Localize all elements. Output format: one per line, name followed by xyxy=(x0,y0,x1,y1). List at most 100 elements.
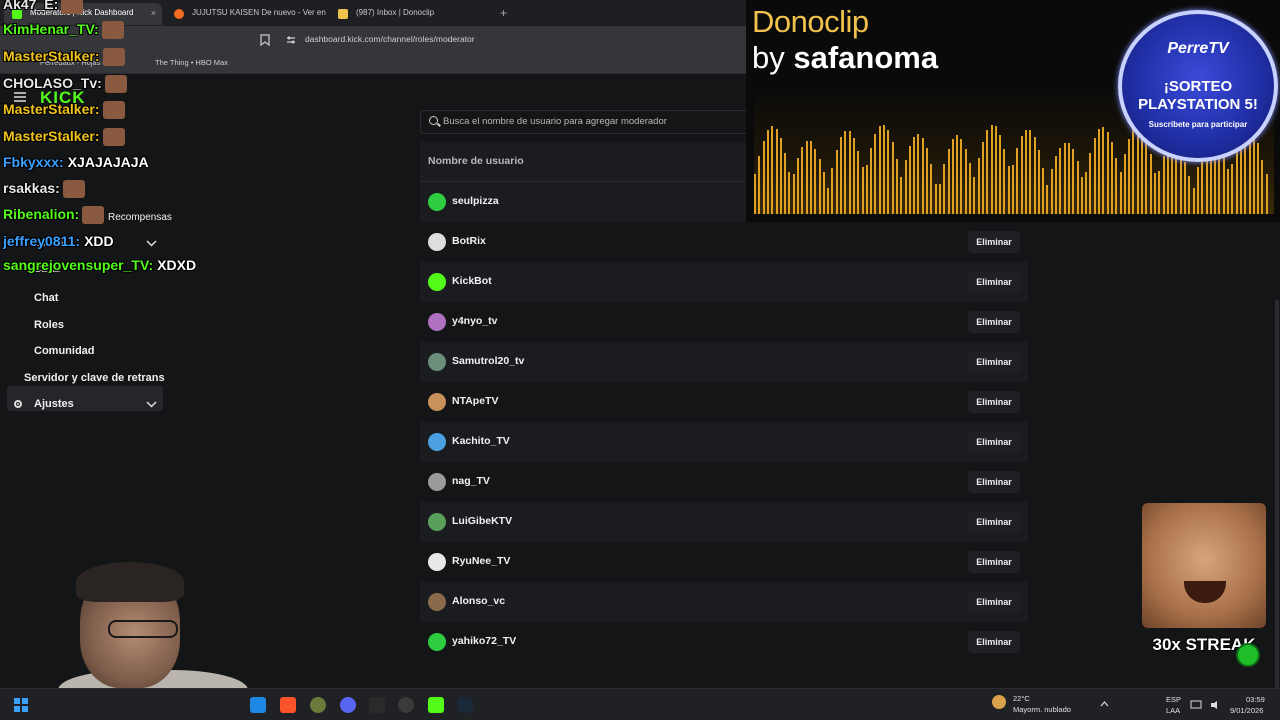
tab-donoclip-inbox[interactable]: (987) Inbox | Donoclip xyxy=(330,3,495,25)
username[interactable]: NTApeTV xyxy=(452,395,498,407)
chevron-up-icon[interactable] xyxy=(1100,701,1109,707)
chat-username: MasterStalker: xyxy=(3,101,100,117)
weather-icon[interactable] xyxy=(992,695,1006,709)
remove-moderator-button[interactable]: Eliminar xyxy=(968,471,1020,493)
remove-moderator-button[interactable]: Eliminar xyxy=(968,391,1020,413)
chat-message: Fbkyxxx: XJAJAJAJA xyxy=(3,154,149,170)
clock-time[interactable]: 03:59 xyxy=(1246,695,1265,704)
volume-icon[interactable] xyxy=(1210,700,1222,710)
waveform-bar xyxy=(1196,167,1199,214)
chevron-down-icon[interactable] xyxy=(146,240,157,247)
column-header-username[interactable]: Nombre de usuario xyxy=(428,155,524,167)
chat-message: KimHenar_TV: xyxy=(3,21,124,40)
clock-date[interactable]: 9/01/2026 xyxy=(1230,706,1263,715)
obs-icon[interactable] xyxy=(398,697,414,713)
chat-username: jeffrey0811: xyxy=(3,233,81,249)
username[interactable]: y4nyo_tv xyxy=(452,315,498,327)
remove-moderator-button[interactable]: Eliminar xyxy=(968,351,1020,373)
waveform-bar xyxy=(1188,175,1191,214)
username[interactable]: LuiGibeKTV xyxy=(452,515,512,527)
bookmark-icon[interactable] xyxy=(260,34,270,46)
bookmark-item[interactable]: The Thing • HBO Max xyxy=(155,58,228,67)
url-text: dashboard.kick.com/channel/roles/moderat… xyxy=(305,34,475,44)
chat-message: Ak47_E: xyxy=(3,0,84,15)
discord-icon[interactable] xyxy=(340,697,356,713)
waveform-bar xyxy=(913,136,916,214)
emote-icon xyxy=(62,180,85,199)
remove-moderator-button[interactable]: Eliminar xyxy=(968,311,1020,333)
username[interactable]: KickBot xyxy=(452,275,492,287)
chat-message: MasterStalker: xyxy=(3,48,125,67)
table-row: BotRix Eliminar xyxy=(420,222,1028,262)
site-settings-icon[interactable] xyxy=(286,35,296,45)
terminal-icon[interactable] xyxy=(369,697,385,713)
sidebar-item-recompensas[interactable]: Recompensas xyxy=(108,212,172,223)
table-row: Kachito_TV Eliminar xyxy=(420,422,1028,462)
sidebar-item-comunidad[interactable]: Comunidad xyxy=(34,345,95,357)
giveaway-badge: PerreTV ¡SORTEO PLAYSTATION 5! Suscríbet… xyxy=(1118,10,1278,162)
waveform-bar xyxy=(1050,169,1053,214)
page-scrollbar[interactable] xyxy=(1275,300,1279,690)
remove-moderator-button[interactable]: Eliminar xyxy=(968,231,1020,253)
crunchyroll-favicon-icon xyxy=(174,9,184,19)
waveform-bar xyxy=(1136,125,1139,214)
username[interactable]: Samutrol20_tv xyxy=(452,355,524,367)
chat-username: CHOLASO_Tv: xyxy=(3,75,102,91)
tab-jujutsu-kaisen[interactable]: JUJUTSU KAISEN De nuevo - Ver en C xyxy=(166,3,326,25)
close-icon[interactable]: × xyxy=(151,3,156,23)
waveform-bar xyxy=(1016,148,1019,214)
username[interactable]: RyuNee_TV xyxy=(452,555,510,567)
remove-moderator-button[interactable]: Eliminar xyxy=(968,431,1020,453)
waveform-bar xyxy=(1007,166,1010,214)
remove-moderator-button[interactable]: Eliminar xyxy=(968,511,1020,533)
username[interactable]: Alonso_vc xyxy=(452,595,505,607)
username[interactable]: yahiko72_TV xyxy=(452,635,516,647)
sidebar-item-servidor[interactable]: Servidor y clave de retrans xyxy=(24,372,165,384)
chat-text: XJAJAJAJA xyxy=(67,154,149,170)
emote-icon xyxy=(82,206,105,225)
mail-icon[interactable] xyxy=(250,697,266,713)
kick-app-icon[interactable] xyxy=(428,697,444,713)
emote-icon xyxy=(104,75,127,94)
waveform-bar xyxy=(758,156,761,214)
table-row: yahiko72_TV Eliminar xyxy=(420,622,1028,662)
sidebar-item-ajustes[interactable]: Ajustes xyxy=(34,398,74,410)
remove-moderator-button[interactable]: Eliminar xyxy=(968,631,1020,653)
waveform-bar xyxy=(848,131,851,214)
tab-label: JUJUTSU KAISEN De nuevo - Ver en C xyxy=(192,8,326,17)
username[interactable]: Kachito_TV xyxy=(452,435,510,447)
chat-message: rsakkas: xyxy=(3,180,85,199)
chat-message: MasterStalker: xyxy=(3,101,125,120)
keyboard-layout[interactable]: LAA xyxy=(1166,706,1180,715)
network-icon[interactable] xyxy=(1190,700,1202,710)
remove-moderator-button[interactable]: Eliminar xyxy=(968,271,1020,293)
username[interactable]: seulpizza xyxy=(452,195,499,207)
waveform-bar xyxy=(917,134,920,214)
user-avatar xyxy=(428,193,446,211)
chat-username: sangrejovensuper_TV: xyxy=(3,257,154,273)
badge-line-1: ¡SORTEO xyxy=(1163,78,1233,95)
app-icon[interactable] xyxy=(310,697,326,713)
waveform-bar xyxy=(1037,150,1040,214)
username[interactable]: nag_TV xyxy=(452,475,490,487)
new-tab-button[interactable]: + xyxy=(500,6,507,20)
donoclip-favicon-icon xyxy=(338,9,348,19)
remove-moderator-button[interactable]: Eliminar xyxy=(968,591,1020,613)
search-input[interactable] xyxy=(443,116,743,127)
waveform-bar xyxy=(766,130,769,214)
address-bar[interactable]: dashboard.kick.com/channel/roles/moderat… xyxy=(250,30,740,50)
brave-browser-icon[interactable] xyxy=(280,697,296,713)
sidebar-item-roles[interactable]: Roles xyxy=(34,319,64,331)
waveform-bar xyxy=(1222,152,1225,214)
windows-start-icon[interactable] xyxy=(14,698,28,712)
waveform-bar xyxy=(797,158,799,214)
waveform-bar xyxy=(1119,172,1122,214)
waveform-bar xyxy=(762,140,765,214)
remove-moderator-button[interactable]: Eliminar xyxy=(968,551,1020,573)
sidebar-item-chat[interactable]: Chat xyxy=(34,292,58,304)
chevron-down-icon[interactable] xyxy=(146,401,157,408)
steam-icon[interactable] xyxy=(457,697,473,713)
username[interactable]: BotRix xyxy=(452,235,486,247)
keyboard-lang[interactable]: ESP xyxy=(1166,695,1181,704)
weather-temp: 22°C xyxy=(1013,694,1030,703)
